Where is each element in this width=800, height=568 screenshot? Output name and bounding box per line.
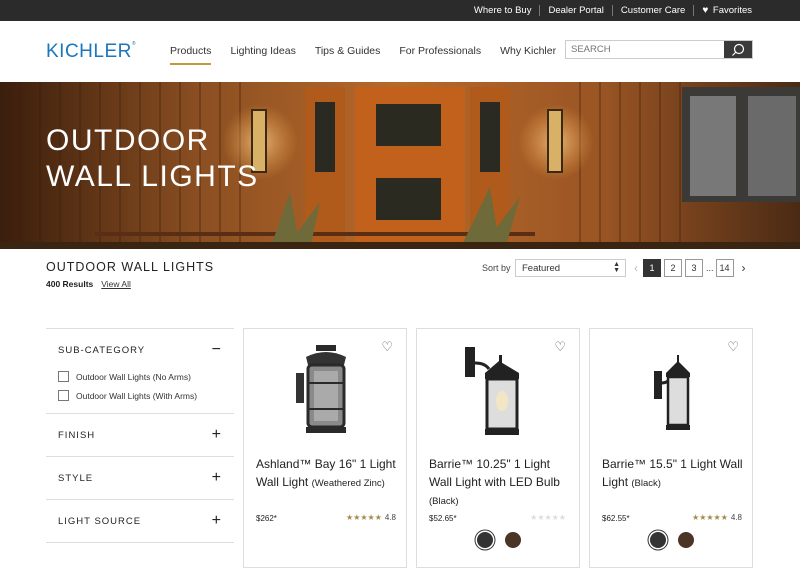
- collapse-icon: −: [211, 341, 222, 358]
- search-button[interactable]: [724, 41, 752, 58]
- nav-for-professionals[interactable]: For Professionals: [399, 45, 481, 65]
- search-input[interactable]: [566, 41, 724, 58]
- lantern-image: [465, 347, 519, 435]
- sort-arrows-icon: ▲ ▼: [613, 261, 620, 274]
- rating-stars: ★★★★★: [530, 513, 566, 522]
- rating-stars: ★★★★★ 4.8: [346, 513, 396, 522]
- swatch-black[interactable]: [650, 532, 666, 548]
- page-1[interactable]: 1: [643, 259, 661, 277]
- view-all-link[interactable]: View All: [101, 279, 131, 289]
- product-image[interactable]: [590, 343, 754, 443]
- filter-style-header[interactable]: STYLE +: [58, 457, 222, 499]
- filter-option[interactable]: Outdoor Wall Lights (With Arms): [58, 390, 222, 401]
- hero-banner: OUTDOOR WALL LIGHTS: [0, 82, 800, 249]
- product-image[interactable]: [244, 343, 408, 443]
- dealer-portal-link[interactable]: Dealer Portal: [539, 5, 611, 16]
- swatch-bronze[interactable]: [505, 532, 521, 548]
- expand-icon: +: [211, 512, 222, 529]
- result-count: 400 Results View All: [46, 279, 131, 289]
- filter-subcategory: SUB-CATEGORY − Outdoor Wall Lights (No Ar…: [46, 329, 234, 414]
- rating-stars: ★★★★★ 4.8: [692, 513, 742, 522]
- swatch-bronze[interactable]: [678, 532, 694, 548]
- heart-icon: ♥: [702, 5, 709, 16]
- checkbox[interactable]: [58, 371, 69, 382]
- product-image[interactable]: [417, 343, 581, 443]
- swatch-black[interactable]: [477, 532, 493, 548]
- utility-bar: Where to Buy Dealer Portal Customer Care…: [0, 0, 800, 21]
- product-card[interactable]: ♡ Barrie™ 15.5" 1 Light Wall Light (Blac…: [589, 328, 753, 568]
- lantern-image: [296, 345, 346, 433]
- search-icon: [732, 43, 745, 56]
- expand-icon: +: [211, 469, 222, 486]
- nav-why-kichler[interactable]: Why Kichler: [500, 45, 556, 65]
- sort-label: Sort by: [482, 263, 511, 273]
- next-page-icon[interactable]: ›: [737, 261, 751, 275]
- product-price: $62.55*: [602, 514, 630, 523]
- customer-care-link[interactable]: Customer Care: [611, 5, 693, 16]
- hero-title: OUTDOOR WALL LIGHTS: [46, 124, 259, 193]
- favorites-link[interactable]: ♥ Favorites: [693, 5, 760, 16]
- listing-header: OUTDOOR WALL LIGHTS 400 Results View All: [46, 260, 214, 289]
- sort-select[interactable]: Featured ▲ ▼: [515, 259, 626, 277]
- page-ellipsis: ...: [706, 263, 714, 273]
- expand-icon: +: [211, 426, 222, 443]
- listing-title: OUTDOOR WALL LIGHTS: [46, 260, 215, 274]
- page-2[interactable]: 2: [664, 259, 682, 277]
- nav-lighting-ideas[interactable]: Lighting Ideas: [230, 45, 295, 65]
- product-grid: ♡ Ashland™ Bay 16" 1 Light Wall Light (W…: [243, 328, 762, 568]
- prev-page-icon[interactable]: ‹: [629, 261, 643, 275]
- filter-finish-header[interactable]: FINISH +: [58, 414, 222, 456]
- product-name[interactable]: Ashland™ Bay 16" 1 Light Wall Light (Wea…: [256, 455, 401, 493]
- product-card[interactable]: ♡ Ashland™ Bay 16" 1 Light Wall Light (W…: [243, 328, 407, 568]
- page-3[interactable]: 3: [685, 259, 703, 277]
- page-14[interactable]: 14: [715, 259, 734, 277]
- lantern-image: [654, 355, 690, 430]
- where-to-buy-link[interactable]: Where to Buy: [466, 5, 540, 16]
- product-name[interactable]: Barrie™ 15.5" 1 Light Wall Light (Black): [602, 455, 747, 493]
- filter-sidebar: SUB-CATEGORY − Outdoor Wall Lights (No Ar…: [46, 328, 234, 543]
- filter-light-source: LIGHT SOURCE +: [46, 500, 234, 543]
- product-name[interactable]: Barrie™ 10.25" 1 Light Wall Light with L…: [429, 455, 574, 511]
- finish-swatches: [590, 532, 754, 548]
- product-price: $52.65*: [429, 514, 457, 523]
- main-nav: Products Lighting Ideas Tips & Guides Fo…: [170, 39, 575, 65]
- filter-style: STYLE +: [46, 457, 234, 500]
- site-header: KICHLER® Products Lighting Ideas Tips & …: [0, 21, 800, 82]
- checkbox[interactable]: [58, 390, 69, 401]
- filter-option[interactable]: Outdoor Wall Lights (No Arms): [58, 371, 222, 382]
- product-price: $262*: [256, 514, 277, 523]
- nav-products[interactable]: Products: [170, 45, 212, 65]
- filter-light-source-header[interactable]: LIGHT SOURCE +: [58, 500, 222, 542]
- nav-tips-guides[interactable]: Tips & Guides: [315, 45, 381, 65]
- kichler-logo[interactable]: KICHLER®: [46, 41, 161, 63]
- filter-subcategory-header[interactable]: SUB-CATEGORY −: [58, 329, 222, 371]
- filter-finish: FINISH +: [46, 414, 234, 457]
- search-box: [565, 40, 753, 59]
- finish-swatches: [417, 532, 581, 548]
- product-card[interactable]: ♡ Barrie™ 10.25" 1 Light Wall Light with…: [416, 328, 580, 568]
- pagination: ‹ 1 2 3 ... 14 ›: [629, 259, 751, 277]
